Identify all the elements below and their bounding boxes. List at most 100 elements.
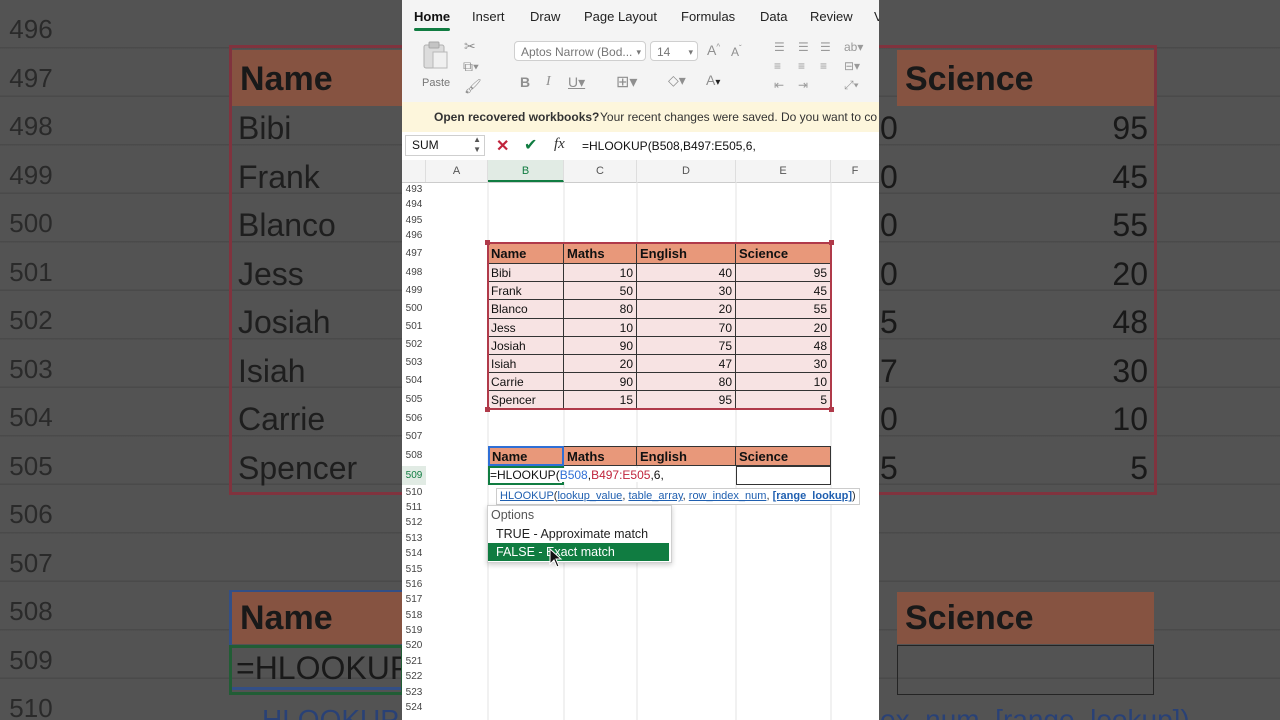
tooltip-arg-lookup-value[interactable]: lookup_value — [557, 490, 622, 502]
message-text: Your recent changes were saved. Do you w… — [600, 110, 878, 124]
paste-button[interactable]: Paste — [416, 40, 456, 89]
row-header[interactable]: 503 — [402, 354, 426, 372]
cut-icon[interactable]: ✂ — [464, 38, 476, 55]
font-size-dropdown[interactable]: 14 ▾ — [650, 41, 698, 61]
row-header[interactable]: 504 — [402, 372, 426, 390]
tab-review[interactable]: Review — [810, 9, 853, 24]
font-color-icon[interactable]: A▾ — [706, 72, 720, 88]
row-header[interactable]: 516 — [402, 577, 426, 592]
row-header[interactable]: 521 — [402, 654, 426, 669]
column-header-a[interactable]: A — [426, 160, 488, 182]
tab-page-layout[interactable]: Page Layout — [584, 9, 657, 24]
copy-icon[interactable]: ⧉▾ — [463, 58, 479, 75]
row-header[interactable]: 498 — [402, 264, 426, 282]
formula-input[interactable]: =HLOOKUP(B508,B497:E505,6, — [582, 139, 756, 153]
row-header[interactable]: 512 — [402, 515, 426, 531]
row-header[interactable]: 510 — [402, 485, 426, 500]
column-header-e[interactable]: E — [736, 160, 831, 182]
name-box[interactable]: SUM ▲ ▼ — [405, 135, 485, 156]
column-header-f[interactable]: F — [831, 160, 879, 182]
lookup-header-cell[interactable]: Maths — [564, 446, 637, 466]
ribbon-tabs: Home Insert Draw Page Layout Formulas Da… — [402, 0, 879, 34]
row-header[interactable]: 519 — [402, 623, 426, 638]
tooltip-function[interactable]: HLOOKUP — [500, 490, 554, 502]
option-false-exact[interactable]: FALSE - Exact match — [488, 543, 669, 561]
lookup-header-cell[interactable]: English — [637, 446, 736, 466]
tab-view[interactable]: V — [874, 9, 879, 24]
message-title: Open recovered workbooks? — [434, 110, 600, 124]
tab-data[interactable]: Data — [760, 9, 787, 24]
wrap-text-icon[interactable]: ⊟▾ — [844, 57, 860, 76]
italic-icon[interactable]: I — [546, 74, 551, 90]
range-handle[interactable] — [485, 240, 490, 245]
row-header[interactable]: 524 — [402, 700, 426, 715]
format-painter-icon[interactable]: 🖌 — [464, 78, 482, 95]
row-header[interactable]: 494 — [402, 197, 426, 213]
lookup-header-cell[interactable]: Name — [488, 446, 564, 466]
decrease-indent-icon[interactable]: ⇤ — [774, 76, 784, 95]
tab-home[interactable]: Home — [414, 9, 451, 31]
cell-edit-text[interactable]: =HLOOKUP(B508,B497:E505,6, — [490, 468, 667, 482]
increase-indent-icon[interactable]: ⇥ — [798, 76, 808, 95]
align-right-icon[interactable]: ≡ — [820, 57, 827, 76]
font-name-dropdown[interactable]: Aptos Narrow (Bod... ▾ — [514, 41, 646, 61]
cell-e509[interactable] — [736, 466, 831, 485]
tooltip-arg-row-index[interactable]: row_index_num — [689, 490, 767, 502]
row-header[interactable]: 517 — [402, 592, 426, 608]
row-header[interactable]: 518 — [402, 608, 426, 623]
row-header[interactable]: 513 — [402, 531, 426, 546]
enter-icon[interactable]: ✔ — [524, 135, 537, 155]
row-header[interactable]: 511 — [402, 500, 426, 515]
row-header[interactable]: 499 — [402, 282, 426, 300]
row-header[interactable]: 508 — [402, 446, 426, 466]
row-header[interactable]: 505 — [402, 390, 426, 410]
row-header[interactable]: 515 — [402, 562, 426, 577]
align-bottom-icon[interactable]: ☰ — [820, 38, 831, 57]
align-center-icon[interactable]: ≡ — [798, 57, 805, 76]
tab-draw[interactable]: Draw — [530, 9, 560, 24]
align-middle-icon[interactable]: ☰ — [798, 38, 809, 57]
edit-prefix: =HLOOKUP( — [490, 468, 560, 482]
fill-color-icon[interactable]: ◇▾ — [668, 72, 686, 89]
row-header[interactable]: 497 — [402, 244, 426, 264]
align-left-icon[interactable]: ≡ — [774, 57, 781, 76]
insert-function-icon[interactable]: fx — [554, 136, 565, 153]
shrink-font-icon[interactable]: Aˇ — [731, 44, 742, 59]
align-top-icon[interactable]: ☰ — [774, 38, 785, 57]
column-header-b[interactable]: B — [488, 160, 564, 182]
corner-select-all[interactable] — [402, 160, 426, 182]
range-handle[interactable] — [485, 407, 490, 412]
range-handle[interactable] — [829, 407, 834, 412]
bold-icon[interactable]: B — [520, 74, 530, 90]
edit-suffix: ,6, — [650, 468, 664, 482]
row-header[interactable]: 506 — [402, 410, 426, 428]
row-header[interactable]: 501 — [402, 318, 426, 336]
lookup-header-cell[interactable]: Science — [736, 446, 831, 466]
row-header[interactable]: 493 — [402, 182, 426, 197]
row-header[interactable]: 502 — [402, 336, 426, 354]
row-header[interactable]: 500 — [402, 300, 426, 318]
row-header[interactable]: 509 — [402, 466, 426, 485]
column-header-c[interactable]: C — [564, 160, 637, 182]
grow-font-icon[interactable]: A^ — [707, 42, 720, 58]
row-header[interactable]: 507 — [402, 428, 426, 446]
range-handle[interactable] — [829, 240, 834, 245]
column-header-d[interactable]: D — [637, 160, 736, 182]
row-header[interactable]: 514 — [402, 546, 426, 562]
tab-formulas[interactable]: Formulas — [681, 9, 735, 24]
row-header[interactable]: 496 — [402, 228, 426, 244]
row-header[interactable]: 522 — [402, 669, 426, 685]
row-header[interactable]: 523 — [402, 685, 426, 700]
underline-icon[interactable]: U▾ — [568, 74, 585, 91]
merge-icon[interactable]: ⤢▾ — [844, 76, 859, 95]
row-header[interactable]: 520 — [402, 638, 426, 654]
chevron-down-icon: ▾ — [636, 47, 641, 57]
tooltip-arg-range-lookup[interactable]: [range_lookup] — [773, 490, 852, 502]
row-header[interactable]: 495 — [402, 213, 426, 228]
tab-insert[interactable]: Insert — [472, 9, 505, 24]
cancel-icon[interactable]: ✕ — [496, 136, 509, 156]
option-true-approximate[interactable]: TRUE - Approximate match — [488, 525, 669, 543]
tooltip-arg-table-array[interactable]: table_array — [628, 490, 682, 502]
orientation-icon[interactable]: ab▾ — [844, 38, 863, 57]
borders-icon[interactable]: ⊞▾ — [616, 72, 637, 92]
